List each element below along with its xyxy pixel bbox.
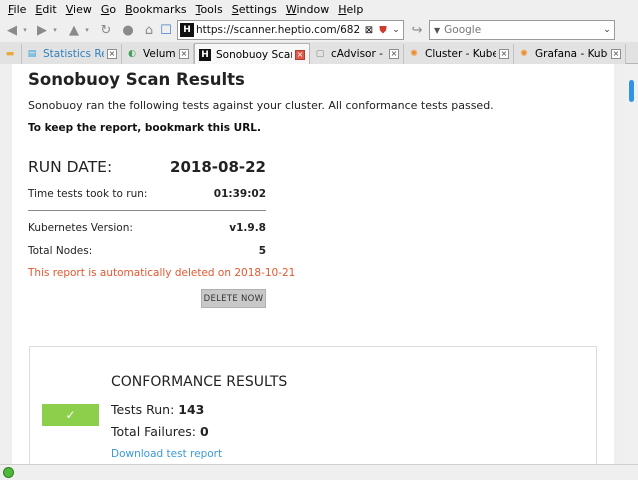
menu-edit[interactable]: Edit bbox=[31, 3, 60, 16]
menu-view[interactable]: View bbox=[62, 3, 96, 16]
menu-help[interactable]: Help bbox=[334, 3, 367, 16]
menu-bar: File Edit View Go Bookmarks Tools Settin… bbox=[0, 0, 638, 18]
conformance-title: CONFORMANCE RESULTS bbox=[111, 374, 288, 390]
conformance-results-panel: CONFORMANCE RESULTS ✓ Tests Run: 143 Tot… bbox=[29, 346, 597, 464]
close-tab-icon[interactable]: × bbox=[499, 49, 509, 59]
menu-file[interactable]: File bbox=[4, 3, 30, 16]
page-scrollbar[interactable] bbox=[625, 64, 638, 464]
forward-history-dropdown-icon[interactable]: ▾ bbox=[50, 22, 60, 38]
search-bar[interactable]: ▼ ⌄ bbox=[429, 20, 615, 40]
tab-cadvisor[interactable]: ▢ cAdvisor - / × bbox=[310, 44, 404, 64]
scrollbar-thumb[interactable] bbox=[629, 80, 634, 102]
tab-velum[interactable]: ◐ Velum × bbox=[122, 44, 194, 64]
menu-bookmarks[interactable]: Bookmarks bbox=[121, 3, 190, 16]
document-icon: ▢ bbox=[315, 49, 325, 59]
tab-label: Statistics Rep… bbox=[43, 48, 104, 60]
page-content: Sonobuoy Scan Results Sonobuoy ran the f… bbox=[12, 64, 614, 464]
intro-text: Sonobuoy ran the following tests against… bbox=[28, 99, 494, 112]
reload-icon[interactable]: ↻ bbox=[98, 22, 114, 38]
duration-value: 01:39:02 bbox=[213, 188, 266, 200]
navigation-toolbar: ◀ ▾ ▶ ▾ ▲ ▾ ↻ ● ⌂ ☐ H https://scanner.he… bbox=[0, 18, 638, 42]
connection-status-icon bbox=[3, 467, 14, 478]
tab-grafana-kube[interactable]: ✺ Grafana - Kube… × bbox=[514, 44, 626, 64]
tests-run-value: 143 bbox=[178, 402, 205, 417]
search-engine-icon[interactable]: ▼ bbox=[434, 26, 440, 35]
kubernetes-version-value: v1.9.8 bbox=[229, 222, 266, 234]
back-history-dropdown-icon[interactable]: ▾ bbox=[20, 22, 30, 38]
divider bbox=[28, 210, 266, 211]
total-failures-value: 0 bbox=[200, 424, 209, 439]
total-nodes-value: 5 bbox=[258, 245, 266, 257]
folder-icon: ▬ bbox=[5, 49, 15, 59]
total-failures-label: Total Failures: bbox=[111, 424, 197, 439]
velum-favicon-icon: ◐ bbox=[128, 49, 136, 59]
reader-mode-icon[interactable]: ⊠ bbox=[363, 24, 375, 36]
auto-delete-notice: This report is automatically deleted on … bbox=[28, 267, 296, 279]
tab-label: Cluster - Kube… bbox=[425, 48, 496, 60]
close-tab-icon[interactable]: × bbox=[179, 49, 189, 59]
stop-icon[interactable]: ● bbox=[120, 22, 136, 38]
url-text[interactable]: https://scanner.heptio.com/6821236a9 bbox=[196, 24, 361, 36]
close-tab-icon[interactable]: × bbox=[107, 49, 117, 59]
tab-cluster-kube[interactable]: ✺ Cluster - Kube… × bbox=[404, 44, 514, 64]
url-dropdown-icon[interactable]: ⌄ bbox=[389, 25, 403, 35]
total-nodes-label: Total Nodes: bbox=[28, 245, 93, 257]
back-arrow-icon[interactable]: ◀ bbox=[4, 22, 20, 38]
new-tab-button[interactable]: ▬ bbox=[0, 44, 22, 64]
bookmark-note: To keep the report, bookmark this URL. bbox=[28, 122, 261, 134]
tab-label: cAdvisor - / bbox=[331, 48, 386, 60]
tests-run: Tests Run: 143 bbox=[111, 402, 204, 417]
tab-statistics-report[interactable]: ▤ Statistics Rep… × bbox=[22, 44, 122, 64]
menu-go[interactable]: Go bbox=[97, 3, 120, 16]
close-tab-icon[interactable]: × bbox=[295, 49, 305, 60]
shield-icon[interactable]: ⛊ bbox=[377, 24, 389, 36]
duration-label: Time tests took to run: bbox=[28, 188, 148, 200]
menu-tools[interactable]: Tools bbox=[192, 3, 227, 16]
heptio-favicon-icon: H bbox=[199, 48, 211, 61]
menu-window[interactable]: Window bbox=[282, 3, 333, 16]
url-bar[interactable]: H https://scanner.heptio.com/6821236a9 ⊠… bbox=[177, 20, 404, 40]
home-icon[interactable]: ⌂ bbox=[141, 22, 157, 38]
menu-settings[interactable]: Settings bbox=[228, 3, 281, 16]
delete-now-button[interactable]: DELETE NOW bbox=[201, 289, 266, 308]
run-date-value: 2018-08-22 bbox=[170, 158, 266, 176]
grafana-favicon-icon: ✺ bbox=[410, 49, 418, 59]
total-failures: Total Failures: 0 bbox=[111, 424, 209, 439]
grafana-favicon-icon: ✺ bbox=[520, 49, 528, 59]
tab-label: Grafana - Kube… bbox=[535, 48, 608, 60]
statistics-favicon-icon: ▤ bbox=[27, 49, 37, 59]
go-arrow-icon[interactable]: ↪ bbox=[409, 22, 425, 38]
site-favicon-icon: H bbox=[180, 23, 194, 37]
up-dropdown-icon[interactable]: ▾ bbox=[82, 22, 92, 38]
close-tab-icon[interactable]: × bbox=[389, 49, 399, 59]
run-date-label: RUN DATE: bbox=[28, 158, 113, 176]
tab-bar: ▬ ▤ Statistics Rep… × ◐ Velum × H Sonobu… bbox=[0, 42, 638, 65]
tab-label: Sonobuoy Scann… bbox=[216, 48, 292, 61]
close-tab-icon[interactable]: × bbox=[611, 49, 621, 59]
pass-checkmark-icon: ✓ bbox=[42, 404, 99, 426]
tab-sonobuoy-scanner[interactable]: H Sonobuoy Scann… × bbox=[194, 43, 310, 65]
status-bar bbox=[0, 464, 638, 480]
up-arrow-icon[interactable]: ▲ bbox=[66, 22, 82, 38]
tests-run-label: Tests Run: bbox=[111, 402, 175, 417]
kubernetes-version-label: Kubernetes Version: bbox=[28, 222, 133, 234]
download-report-link[interactable]: Download test report bbox=[111, 448, 222, 460]
forward-arrow-icon[interactable]: ▶ bbox=[34, 22, 50, 38]
search-input[interactable] bbox=[444, 24, 600, 36]
bookmark-page-icon[interactable]: ☐ bbox=[158, 22, 174, 38]
page-title: Sonobuoy Scan Results bbox=[28, 70, 245, 89]
tab-label: Velum bbox=[143, 48, 176, 60]
search-dropdown-icon[interactable]: ⌄ bbox=[600, 25, 614, 35]
